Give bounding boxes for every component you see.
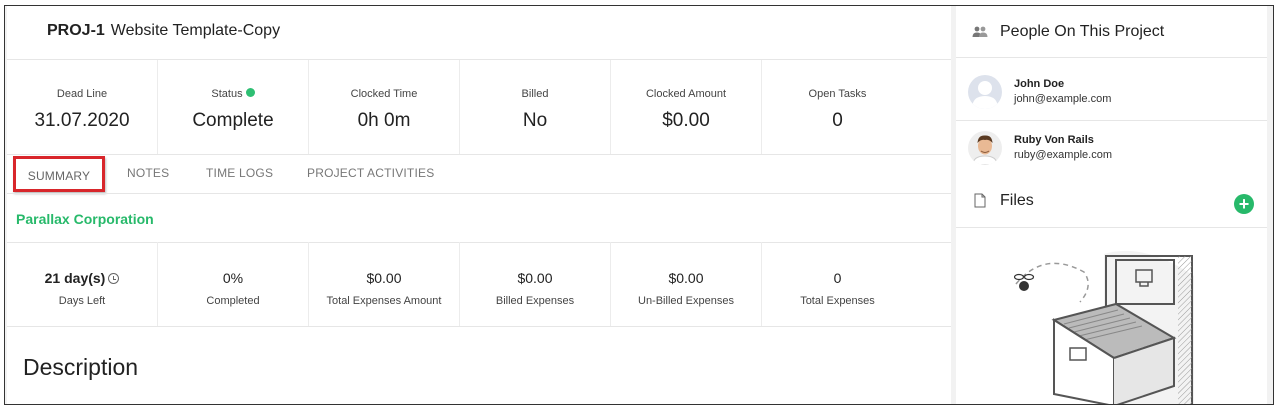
metric-label: Un-Billed Expenses bbox=[638, 295, 734, 307]
metric-billed-expenses: $0.00 Billed Expenses bbox=[460, 242, 611, 326]
stat-clocked-amount: Clocked Amount $0.00 bbox=[611, 60, 762, 154]
avatar bbox=[968, 75, 1002, 109]
stat-label: Billed bbox=[521, 88, 549, 100]
stat-value: 0 bbox=[832, 110, 843, 131]
stat-value: 31.07.2020 bbox=[34, 110, 130, 131]
stat-label: Open Tasks bbox=[808, 88, 867, 100]
stat-value: 0h 0m bbox=[357, 110, 411, 131]
metric-unbilled-expenses: $0.00 Un-Billed Expenses bbox=[611, 242, 762, 326]
metric-value: $0.00 bbox=[366, 270, 402, 286]
tab-time-logs[interactable]: TIME LOGS bbox=[206, 156, 273, 192]
files-header: Files + bbox=[956, 178, 1267, 228]
tab-project-activities[interactable]: PROJECT ACTIVITIES bbox=[307, 156, 434, 192]
clock-icon bbox=[108, 273, 120, 284]
project-stats: Dead Line 31.07.2020 Status Complete Clo… bbox=[7, 60, 951, 154]
metric-label: Billed Expenses bbox=[495, 295, 575, 307]
metric-value: $0.00 bbox=[517, 270, 553, 286]
project-main-panel: PROJ-1 Website Template-Copy Dead Line 31… bbox=[7, 6, 951, 404]
project-tabs: SUMMARY NOTES TIME LOGS PROJECT ACTIVITI… bbox=[7, 156, 951, 194]
divider bbox=[7, 326, 951, 327]
person-photo-icon bbox=[968, 131, 1002, 165]
metric-label: Total Expenses Amount bbox=[326, 295, 442, 307]
metric-value: $0.00 bbox=[668, 270, 704, 286]
person-email: ruby@example.com bbox=[1014, 149, 1112, 161]
stat-open-tasks: Open Tasks 0 bbox=[762, 60, 913, 154]
metric-total-expenses: 0 Total Expenses bbox=[762, 242, 913, 326]
users-icon bbox=[972, 26, 988, 37]
metric-days-left: 21 day(s) Days Left bbox=[7, 242, 158, 326]
metric-total-expenses-amount: $0.00 Total Expenses Amount bbox=[309, 242, 460, 326]
add-file-button[interactable]: + bbox=[1234, 194, 1254, 214]
project-metrics: 21 day(s) Days Left 0% Completed $0.00 T… bbox=[7, 242, 951, 326]
list-item[interactable]: Ruby Von Rails ruby@example.com bbox=[956, 120, 1267, 176]
default-avatar-icon bbox=[968, 75, 1002, 109]
stat-label: Status bbox=[211, 88, 243, 100]
avatar bbox=[968, 131, 1002, 165]
stat-value: Complete bbox=[192, 110, 274, 131]
tab-summary[interactable]: SUMMARY bbox=[13, 156, 105, 192]
description-heading: Description bbox=[23, 354, 139, 380]
stat-label: Clocked Amount bbox=[645, 88, 727, 100]
person-name: Ruby Von Rails bbox=[1014, 134, 1094, 146]
page-title: PROJ-1 Website Template-Copy bbox=[47, 22, 280, 40]
files-title: Files bbox=[1000, 192, 1034, 209]
metric-label: Total Expenses bbox=[800, 295, 875, 307]
metric-label: Completed bbox=[206, 295, 260, 307]
stat-clocked-time: Clocked Time 0h 0m bbox=[309, 60, 460, 154]
metric-value: 21 day(s) bbox=[44, 270, 106, 286]
metric-label: Days Left bbox=[58, 295, 106, 307]
app-frame: PROJ-1 Website Template-Copy Dead Line 31… bbox=[4, 5, 1274, 405]
people-title: People On This Project bbox=[1000, 23, 1165, 40]
people-header: People On This Project bbox=[956, 6, 1267, 58]
project-name: Website Template-Copy bbox=[110, 22, 281, 39]
tab-notes[interactable]: NOTES bbox=[127, 156, 169, 192]
stat-label: Clocked Time bbox=[350, 88, 418, 100]
status-dot-icon bbox=[245, 88, 255, 97]
stat-billed: Billed No bbox=[460, 60, 611, 154]
stat-value: No bbox=[522, 110, 548, 131]
project-code: PROJ-1 bbox=[47, 22, 105, 39]
metric-value: 0 bbox=[833, 270, 842, 286]
divider bbox=[7, 193, 951, 194]
person-name: John Doe bbox=[1014, 78, 1065, 90]
stat-status: Status Complete bbox=[158, 60, 309, 154]
stat-value: $0.00 bbox=[662, 110, 710, 131]
list-item[interactable]: John Doe john@example.com bbox=[956, 64, 1267, 120]
client-name[interactable]: Parallax Corporation bbox=[16, 211, 154, 227]
divider bbox=[7, 154, 951, 155]
metric-value: 0% bbox=[222, 270, 244, 286]
stat-deadline: Dead Line 31.07.2020 bbox=[7, 60, 158, 154]
stat-label: Dead Line bbox=[56, 88, 108, 100]
file-icon bbox=[974, 193, 986, 208]
project-side-panel: People On This Project John Doe john@exa… bbox=[956, 6, 1267, 404]
file-cabinet-illustration bbox=[1014, 250, 1194, 404]
metric-completed: 0% Completed bbox=[158, 242, 309, 326]
person-email: john@example.com bbox=[1014, 93, 1112, 105]
